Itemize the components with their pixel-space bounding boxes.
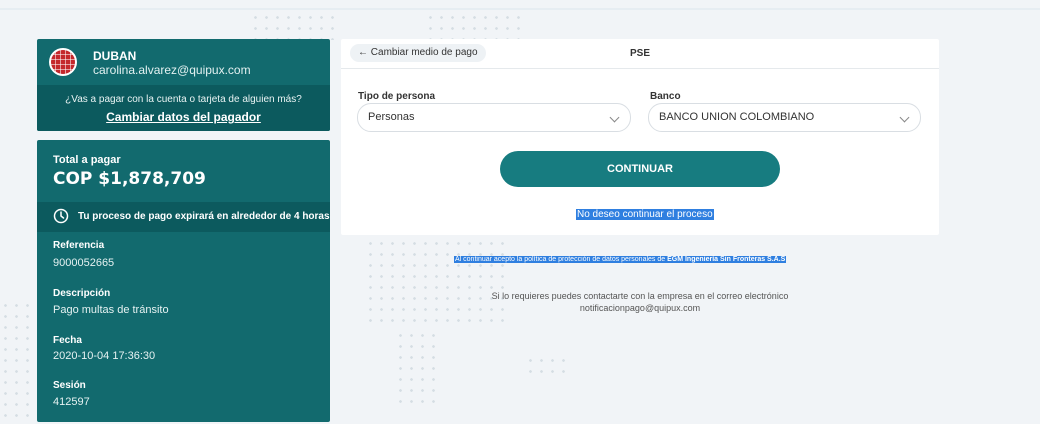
person-type-label: Tipo de persona [358,91,436,102]
background-map-dots [365,238,505,328]
policy-text: Al continuar acepto la política de prote… [455,256,668,263]
page-title: PSE [629,48,650,59]
background-map-dots [250,12,340,40]
payer-change-section: ¿Vas a pagar con la cuenta o tarjeta de … [37,85,330,131]
date-label: Fecha [53,335,82,346]
person-type-value: Personas [368,111,415,123]
payment-form-panel: ← Cambiar medio de pago PSE Tipo de pers… [341,39,939,235]
session-value: 412597 [53,396,90,408]
clock-icon [53,208,69,224]
bank-value: BANCO UNION COLOMBIANO [659,111,815,123]
total-label: Total a pagar [53,154,121,166]
cancel-process-link[interactable]: No deseo continuar el proceso [576,209,714,220]
bank-label: Banco [650,91,681,102]
date-value: 2020-10-04 17:36:30 [53,350,156,362]
avatar [49,48,77,76]
reference-value: 9000052665 [53,257,115,269]
description-value: Pago multas de tránsito [53,304,169,316]
payer-email: carolina.alvarez@quipux.com [93,63,251,77]
contact-email[interactable]: notificacionpago@quipux.com [341,302,939,314]
expiration-text: Tu proceso de pago expirará en alrededor… [78,211,330,222]
description-label: Descripción [53,288,111,299]
session-label: Sesión [53,380,86,391]
payer-question: ¿Vas a pagar con la cuenta o tarjeta de … [65,94,302,105]
continue-button[interactable]: CONTINUAR [500,151,780,187]
reference-label: Referencia [53,240,105,251]
expiration-notice: Tu proceso de pago expirará en alrededor… [37,202,330,232]
contact-info: Si lo requieres puedes contactarte con l… [341,290,939,314]
bank-select[interactable]: BANCO UNION COLOMBIANO [648,103,921,132]
payer-card: DUBAN carolina.alvarez@quipux.com ¿Vas a… [37,39,330,131]
change-payer-link[interactable]: Cambiar datos del pagador [106,110,261,124]
background-map-dots [0,300,37,424]
payer-info: DUBAN carolina.alvarez@quipux.com [37,39,330,85]
person-type-select[interactable]: Personas [357,103,631,132]
payer-name: DUBAN [93,49,137,63]
chevron-down-icon [899,112,910,123]
chevron-down-icon [609,112,620,123]
total-amount: COP $1,878,709 [53,169,206,189]
background-map-dots [395,330,435,410]
policy-company-link[interactable]: EGM Ingeniería Sin Fronteras S.A.S [667,256,785,263]
background-map-dots [425,12,525,40]
background-map-dots [525,355,570,380]
top-divider [0,8,1040,10]
payment-summary: Total a pagar COP $1,878,709 Tu proceso … [37,140,330,422]
panel-header: ← Cambiar medio de pago PSE [341,39,939,69]
contact-text: Si lo requieres puedes contactarte con l… [491,291,789,301]
privacy-policy-notice: Al continuar acepto la política de prote… [454,256,787,263]
